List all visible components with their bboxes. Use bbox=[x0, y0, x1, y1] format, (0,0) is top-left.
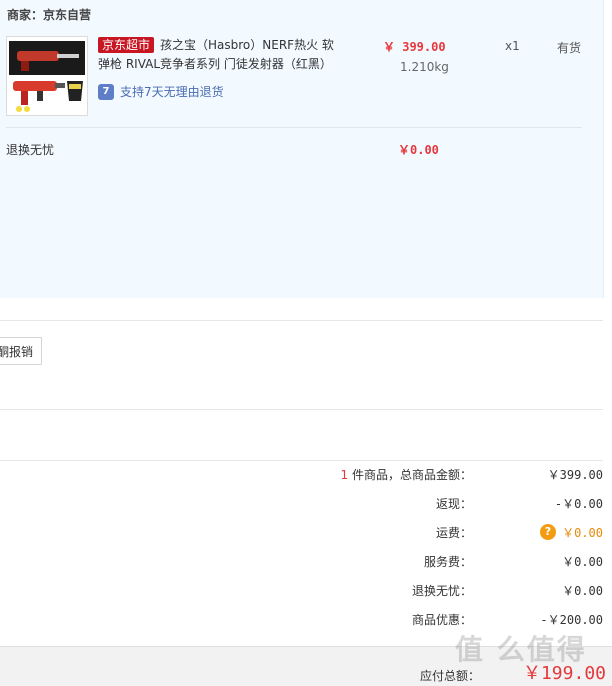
item-weight: 1.210kg bbox=[400, 60, 449, 74]
summary-total-goods: 1 件商品，总商品金额： ￥399.00 bbox=[0, 466, 603, 486]
worry-free-label: 退换无忧 bbox=[6, 143, 55, 157]
order-item-panel: 商家：京东自营 京东超市 孩之宝（Hasbro）NERF热火 软弹枪 RIVAL竞… bbox=[0, 0, 604, 298]
summary-shipping: 运费： ? ￥0.00 bbox=[0, 524, 603, 544]
seven-day-return[interactable]: 7 支持7天无理由退货 bbox=[98, 83, 224, 100]
worry-free-price: ￥0.00 bbox=[398, 143, 439, 157]
item-quantity: x1 bbox=[505, 39, 520, 53]
divider bbox=[0, 320, 603, 321]
product-title[interactable]: 京东超市 孩之宝（Hasbro）NERF热火 软弹枪 RIVAL竞争者系列 门徒发… bbox=[98, 36, 338, 74]
reimburse-button[interactable]: 酮报销 bbox=[0, 337, 42, 365]
service-fee-value: ￥0.00 bbox=[562, 555, 603, 569]
merchant-label: 商家：京东自营 bbox=[7, 8, 92, 22]
total-goods-value: ￥399.00 bbox=[547, 468, 603, 482]
blaster-image-icon bbox=[9, 41, 85, 112]
discount-value: -￥200.00 bbox=[540, 613, 603, 627]
cashback-value: -￥0.00 bbox=[554, 497, 603, 511]
summary-cashback: 返现： -￥0.00 bbox=[0, 495, 603, 515]
discount-label: 商品优惠： bbox=[411, 613, 472, 627]
stock-status: 有货 bbox=[557, 41, 582, 55]
shipping-label: 运费： bbox=[435, 526, 472, 540]
item-price: ￥ 399.00 bbox=[383, 40, 446, 54]
shipping-help-icon[interactable]: ? bbox=[540, 524, 556, 540]
payable-total-label: 应付总额： bbox=[419, 669, 480, 683]
divider bbox=[0, 460, 603, 461]
worry-free-summary-value: ￥0.00 bbox=[562, 584, 603, 598]
service-fee-label: 服务费： bbox=[423, 555, 472, 569]
site-watermark: 值 么值得 bbox=[455, 633, 587, 666]
total-goods-label: 件商品，总商品金额： bbox=[348, 468, 472, 482]
shipping-value: ￥0.00 bbox=[562, 526, 603, 540]
jd-supermarket-tag: 京东超市 bbox=[98, 37, 155, 53]
return-7day-icon: 7 bbox=[98, 83, 114, 100]
divider bbox=[6, 127, 582, 128]
product-thumbnail[interactable] bbox=[6, 36, 88, 116]
summary-worry-free: 退换无忧： ￥0.00 bbox=[0, 582, 603, 602]
worry-free-summary-label: 退换无忧： bbox=[411, 584, 472, 598]
return-policy-text[interactable]: 支持7天无理由退货 bbox=[120, 83, 224, 100]
cashback-label: 返现： bbox=[435, 497, 472, 511]
divider bbox=[0, 409, 603, 410]
summary-service: 服务费： ￥0.00 bbox=[0, 553, 603, 573]
